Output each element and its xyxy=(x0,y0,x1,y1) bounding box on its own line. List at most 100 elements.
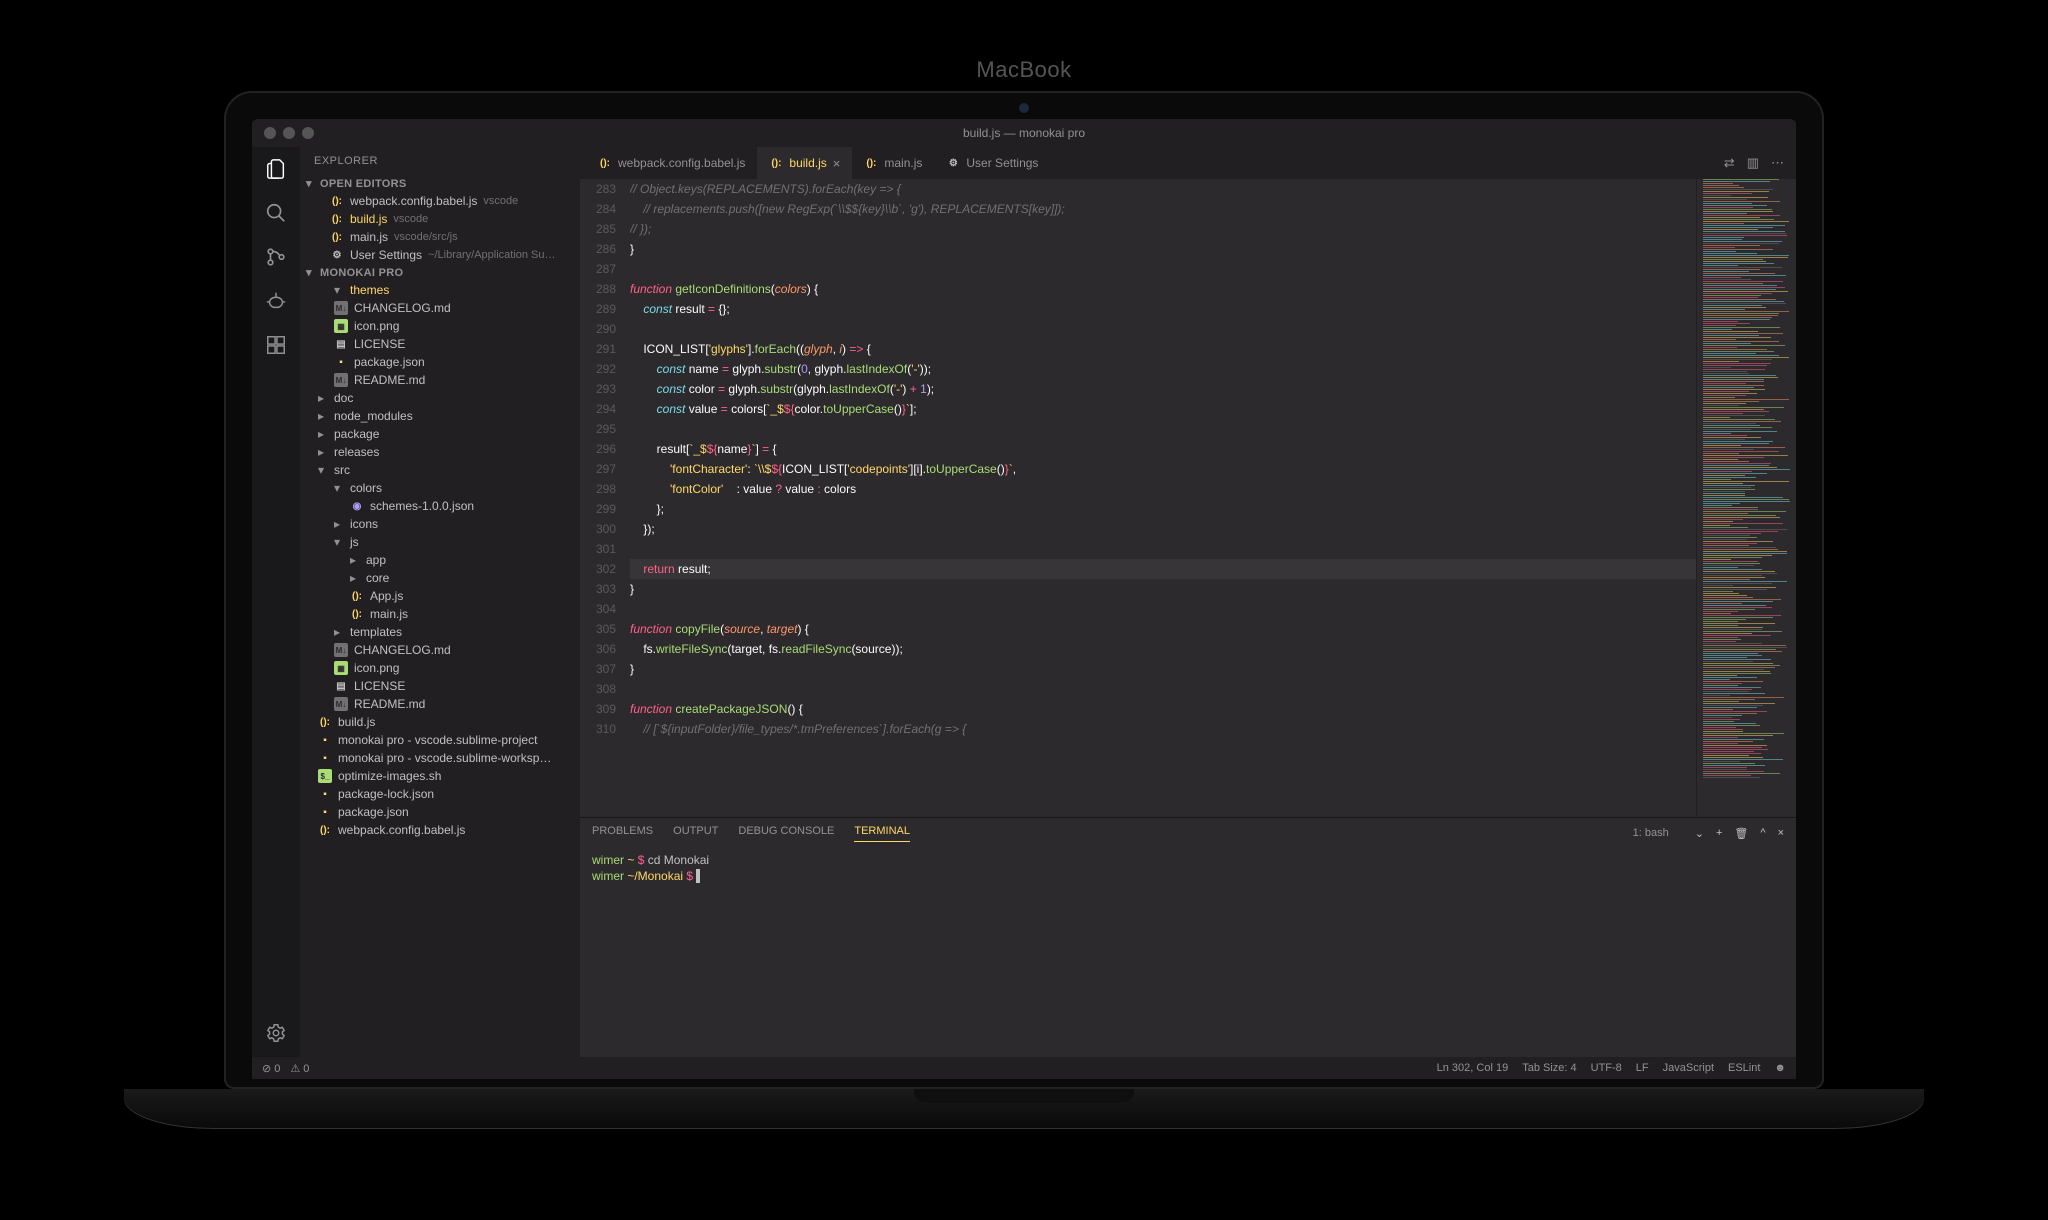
chevron-down-icon: ▾ xyxy=(306,177,316,190)
folder-item[interactable]: ▾colors xyxy=(300,479,580,497)
image-file-icon: ▦ xyxy=(334,319,348,333)
minimize-dot[interactable] xyxy=(283,127,295,139)
compare-icon[interactable]: ⇄ xyxy=(1724,155,1735,171)
open-editor-item[interactable]: ⚙User Settings ~/Library/Application Su… xyxy=(300,246,580,264)
file-item[interactable]: M↓CHANGELOG.md xyxy=(300,299,580,317)
editor-tab[interactable]: ():build.js× xyxy=(757,147,852,179)
terminal[interactable]: wimer ~ $ cd Monokaiwimer ~/Monokai $ xyxy=(580,848,1796,1057)
file-item[interactable]: ▦icon.png xyxy=(300,659,580,677)
close-panel-icon[interactable]: × xyxy=(1778,827,1784,839)
file-item[interactable]: ▪package-lock.json xyxy=(300,785,580,803)
panel-tab[interactable]: PROBLEMS xyxy=(592,825,653,841)
minimap[interactable] xyxy=(1696,179,1796,817)
file-item[interactable]: ◉schemes-1.0.0.json xyxy=(300,497,580,515)
file-item[interactable]: ▦icon.png xyxy=(300,317,580,335)
panel-tabs: PROBLEMS OUTPUT DEBUG CONSOLE TERMINAL 1: ba… xyxy=(580,818,1796,848)
file-item[interactable]: ▪package.json xyxy=(300,803,580,821)
folder-item[interactable]: ▸doc xyxy=(300,389,580,407)
file-hint: vscode xyxy=(393,213,428,225)
item-label: icon.png xyxy=(354,661,399,675)
shell-file-icon: $_ xyxy=(318,769,332,783)
extensions-icon[interactable] xyxy=(264,333,288,357)
file-item[interactable]: ▤LICENSE xyxy=(300,335,580,353)
status-item[interactable]: ⊘ 0 xyxy=(262,1062,280,1075)
chevron-down-icon: ▾ xyxy=(306,266,316,279)
folder-item[interactable]: ▾js xyxy=(300,533,580,551)
code-content[interactable]: // Object.keys(REPLACEMENTS).forEach(key… xyxy=(630,179,1696,817)
editor-tab[interactable]: ⚙User Settings xyxy=(934,147,1050,179)
file-item[interactable]: $_optimize-images.sh xyxy=(300,767,580,785)
status-item[interactable]: UTF-8 xyxy=(1591,1062,1622,1074)
maximize-panel-icon[interactable]: ^ xyxy=(1760,827,1765,839)
file-item[interactable]: ▪package.json xyxy=(300,353,580,371)
sidebar-title: EXPLORER xyxy=(300,147,580,175)
folder-item[interactable]: ▸app xyxy=(300,551,580,569)
item-label: monokai pro - vscode.sublime-project xyxy=(338,733,537,747)
status-item[interactable]: LF xyxy=(1636,1062,1649,1074)
json-file-icon: ▪ xyxy=(318,787,332,801)
code-editor[interactable]: 2832842852862872882892902912922932942952… xyxy=(580,179,1696,817)
folder-item[interactable]: ▾themes xyxy=(300,281,580,299)
open-editors-header[interactable]: ▾ OPEN EDITORS xyxy=(300,175,580,192)
zoom-dot[interactable] xyxy=(302,127,314,139)
json-file-icon: ▪ xyxy=(318,805,332,819)
js-file-icon: (): xyxy=(318,715,332,729)
folder-item[interactable]: ▸node_modules xyxy=(300,407,580,425)
close-dot[interactable] xyxy=(264,127,276,139)
folder-item[interactable]: ▸package xyxy=(300,425,580,443)
debug-icon[interactable] xyxy=(264,289,288,313)
file-item[interactable]: ▤LICENSE xyxy=(300,677,580,695)
status-item[interactable]: ⚠ 0 xyxy=(290,1062,309,1075)
more-icon[interactable]: ⋯ xyxy=(1771,155,1784,171)
status-item[interactable]: ESLint xyxy=(1728,1062,1760,1074)
item-label: colors xyxy=(350,481,382,495)
editor-tab[interactable]: ():webpack.config.babel.js xyxy=(586,147,757,179)
folder-item[interactable]: ▸core xyxy=(300,569,580,587)
file-item[interactable]: M↓CHANGELOG.md xyxy=(300,641,580,659)
folder-item[interactable]: ▸ templates xyxy=(300,623,580,641)
open-editor-item[interactable]: ():main.js vscode/src/js xyxy=(300,228,580,246)
file-item[interactable]: ():App.js xyxy=(300,587,580,605)
dropdown-icon[interactable]: ⌄ xyxy=(1695,827,1704,840)
split-icon[interactable]: ▥ xyxy=(1747,155,1759,171)
open-editor-item[interactable]: ():build.js vscode xyxy=(300,210,580,228)
search-icon[interactable] xyxy=(264,201,288,225)
file-item[interactable]: ▪monokai pro - vscode.sublime-project xyxy=(300,731,580,749)
panel-tab[interactable]: TERMINAL xyxy=(854,825,910,842)
panel-tab[interactable]: DEBUG CONSOLE xyxy=(738,825,834,841)
file-icon: ▤ xyxy=(334,679,348,693)
editor-tab[interactable]: (): main.js xyxy=(852,147,934,179)
tab-label: main.js xyxy=(884,156,922,170)
folder-item[interactable]: ▸releases xyxy=(300,443,580,461)
open-editor-item[interactable]: ():webpack.config.babel.js vscode xyxy=(300,192,580,210)
folder-item[interactable]: ▸icons xyxy=(300,515,580,533)
folder-item[interactable]: ▾src xyxy=(300,461,580,479)
add-terminal-icon[interactable]: + xyxy=(1716,827,1722,839)
js-file-icon: (): xyxy=(864,156,878,170)
status-item[interactable]: JavaScript xyxy=(1663,1062,1714,1074)
file-item[interactable]: ▪monokai pro - vscode.sublime-worksp… xyxy=(300,749,580,767)
file-item[interactable]: ():main.js xyxy=(300,605,580,623)
status-item[interactable]: Tab Size: 4 xyxy=(1522,1062,1576,1074)
kill-terminal-icon[interactable]: 🗑 xyxy=(1734,827,1748,840)
file-item[interactable]: ():build.js xyxy=(300,713,580,731)
settings-gear-icon[interactable] xyxy=(264,1021,288,1045)
json-file-icon: ▪ xyxy=(334,355,348,369)
terminal-selector[interactable]: 1: bash xyxy=(1633,827,1669,839)
status-item[interactable]: Ln 302, Col 19 xyxy=(1437,1062,1509,1074)
chevron-icon: ▸ xyxy=(334,625,344,639)
file-item[interactable]: ():webpack.config.babel.js xyxy=(300,821,580,839)
file-item[interactable]: M↓README.md xyxy=(300,695,580,713)
close-tab-icon[interactable]: × xyxy=(833,156,841,171)
project-header[interactable]: ▾ MONOKAI PRO xyxy=(300,264,580,281)
item-label: icons xyxy=(350,517,378,531)
tab-label: build.js xyxy=(789,156,826,170)
status-item[interactable]: ☻ xyxy=(1774,1062,1786,1074)
files-icon[interactable] xyxy=(264,157,288,181)
traffic-lights[interactable] xyxy=(264,127,314,139)
item-label: main.js xyxy=(370,607,408,621)
file-item[interactable]: M↓README.md xyxy=(300,371,580,389)
git-icon[interactable] xyxy=(264,245,288,269)
item-label: templates xyxy=(350,625,402,639)
panel-tab[interactable]: OUTPUT xyxy=(673,825,718,841)
